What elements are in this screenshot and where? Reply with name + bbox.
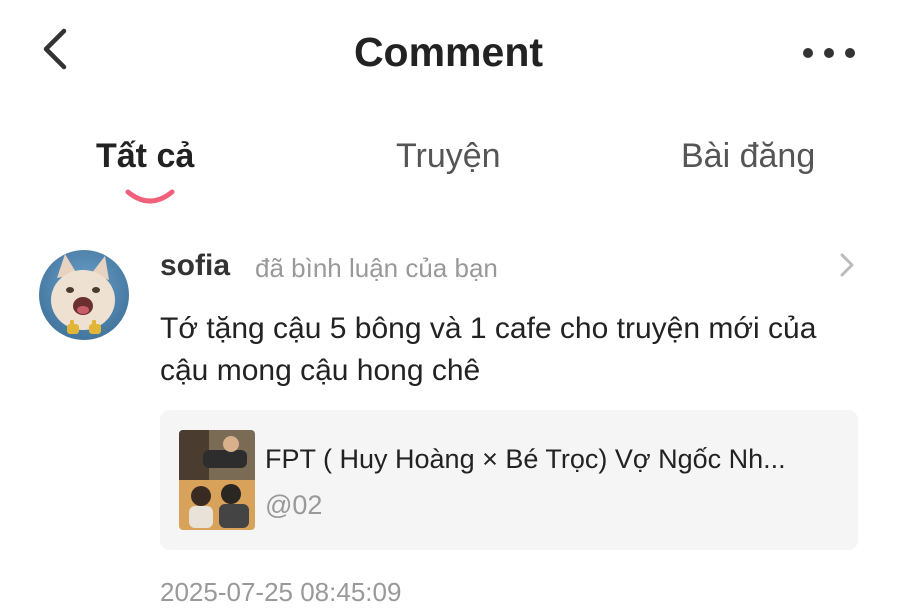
more-horizontal-icon <box>803 48 855 58</box>
avatar[interactable] <box>39 250 129 340</box>
tab-posts[interactable]: Bài đăng <box>681 128 815 184</box>
tab-bar: Tất cả Truyện Bài đăng <box>0 128 897 208</box>
comment-username[interactable]: sofia <box>160 244 230 288</box>
comment-item[interactable]: sofia đã bình luận của bạn Tớ tặng cậu 5… <box>0 240 897 607</box>
page-title: Comment <box>353 29 544 75</box>
comment-timestamp: 2025-07-25 08:45:09 <box>160 577 402 607</box>
story-card[interactable]: FPT ( Huy Hoàng × Bé Trọc) Vợ Ngốc Nh...… <box>160 410 858 550</box>
comment-text: Tớ tặng cậu 5 bông và 1 cafe cho truyện … <box>160 312 817 387</box>
cat-avatar-image <box>39 250 129 340</box>
active-tab-indicator <box>125 189 175 204</box>
chevron-right-icon[interactable] <box>832 250 862 280</box>
story-title: FPT ( Huy Hoàng × Bé Trọc) Vợ Ngốc Nh... <box>265 444 786 474</box>
story-chapter: @02 <box>265 490 323 520</box>
tab-all[interactable]: Tất cả <box>96 128 194 184</box>
story-cover-image <box>179 430 255 530</box>
story-thumbnail <box>179 430 255 530</box>
tab-stories[interactable]: Truyện <box>396 128 501 184</box>
more-options-button[interactable] <box>798 30 860 76</box>
comment-action-text: đã bình luận của bạn <box>255 253 498 283</box>
top-bar: Comment <box>0 0 897 105</box>
